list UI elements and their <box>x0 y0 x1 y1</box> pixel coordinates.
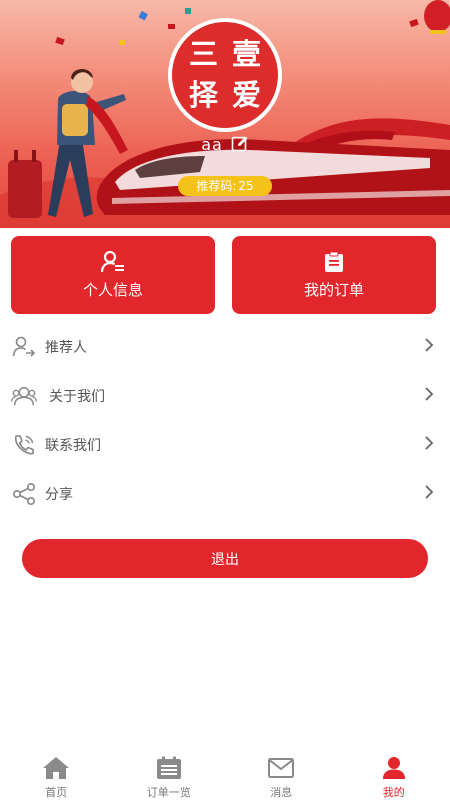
username-row: aa <box>0 134 450 154</box>
user-list-icon <box>101 250 125 273</box>
nav-label: 我的 <box>382 786 405 799</box>
menu-item-referrer[interactable]: 推荐人 <box>0 322 450 371</box>
chevron-right-icon <box>424 484 434 500</box>
calendar-list-icon <box>156 756 182 780</box>
chevron-right-icon <box>424 435 434 451</box>
bottom-nav: 首页 订单一览 消息 我的 <box>0 748 450 800</box>
chevron-right-icon <box>424 337 434 353</box>
users-icon <box>11 383 37 409</box>
person-icon <box>381 756 407 780</box>
nav-label: 订单一览 <box>146 786 191 799</box>
nav-label: 首页 <box>45 786 68 799</box>
clipboard-icon <box>324 251 344 273</box>
edit-icon[interactable] <box>231 135 249 153</box>
avatar-char: 三 <box>188 37 218 71</box>
mail-icon <box>268 756 295 780</box>
nav-tab-home[interactable]: 首页 <box>0 748 113 800</box>
nav-tab-orders[interactable]: 订单一览 <box>113 748 226 800</box>
menu-item-contact-us[interactable]: 联系我们 <box>0 420 450 469</box>
nav-label: 消息 <box>270 786 293 799</box>
menu-item-label: 联系我们 <box>45 437 101 454</box>
share-icon <box>11 481 37 507</box>
avatar-char: 壹 <box>231 37 261 71</box>
profile-menu: 推荐人 关于我们 联系我们 分享 <box>0 322 450 518</box>
personal-info-button[interactable]: 个人信息 <box>11 236 215 314</box>
avatar[interactable]: 三 壹 择 爱 <box>168 18 282 132</box>
menu-item-label: 推荐人 <box>45 339 87 356</box>
menu-item-share[interactable]: 分享 <box>0 469 450 518</box>
menu-item-label: 分享 <box>45 486 73 503</box>
avatar-char: 爱 <box>231 78 261 112</box>
avatar-logo: 三 壹 择 爱 <box>172 22 278 128</box>
avatar-char: 择 <box>188 78 218 112</box>
home-icon <box>42 756 70 780</box>
chevron-right-icon <box>424 386 434 402</box>
menu-item-label: 关于我们 <box>49 388 105 405</box>
referral-label: 推荐码: <box>196 179 237 193</box>
nav-tab-messages[interactable]: 消息 <box>225 748 338 800</box>
referral-code: 25 <box>238 179 254 193</box>
my-orders-label: 我的订单 <box>303 280 364 299</box>
my-orders-button[interactable]: 我的订单 <box>232 236 436 314</box>
profile-header-banner: 三 壹 择 爱 aa 推荐码: 25 <box>0 0 450 228</box>
phone-icon <box>11 432 37 458</box>
personal-info-label: 个人信息 <box>82 280 143 299</box>
nav-tab-mine[interactable]: 我的 <box>338 748 450 800</box>
logout-button[interactable]: 退出 <box>22 539 428 578</box>
menu-item-about-us[interactable]: 关于我们 <box>0 371 450 420</box>
referral-code-badge: 推荐码: 25 <box>178 176 272 196</box>
username: aa <box>201 134 223 154</box>
user-arrow-icon <box>11 334 37 360</box>
